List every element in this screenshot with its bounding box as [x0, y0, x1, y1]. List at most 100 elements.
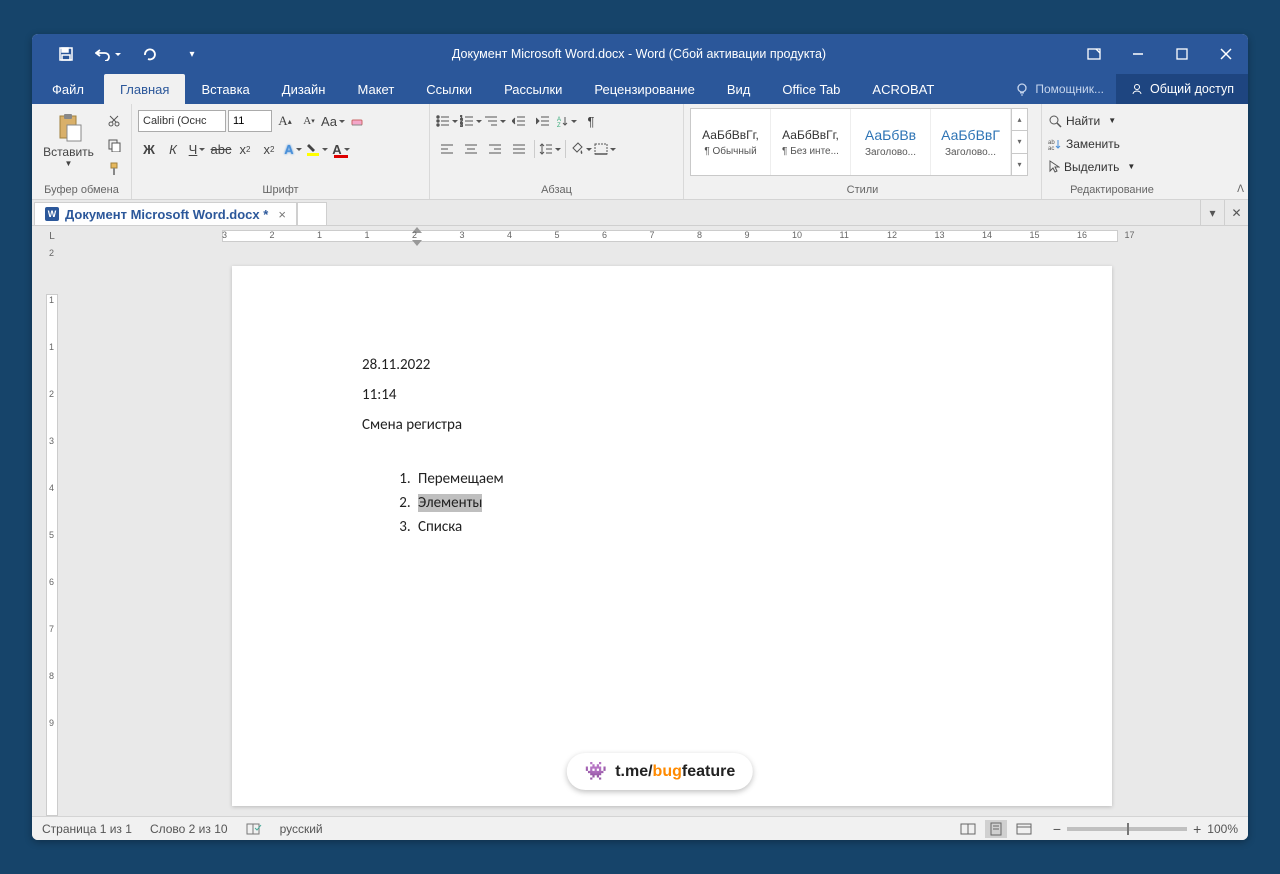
style-normal[interactable]: АаБбВвГг,¶ Обычный: [691, 109, 771, 175]
app-window: ▾ Документ Microsoft Word.docx - Word (С…: [32, 34, 1248, 840]
zoom-slider[interactable]: [1067, 827, 1187, 831]
bullets-button[interactable]: [436, 110, 458, 132]
text-effects-button[interactable]: A: [282, 138, 304, 160]
lightbulb-icon: [1015, 82, 1029, 96]
copy-button[interactable]: [103, 134, 125, 156]
highlight-icon: [306, 142, 320, 156]
borders-button[interactable]: [594, 138, 616, 160]
horizontal-ruler[interactable]: 3211234567891011121314151617: [72, 226, 1248, 246]
doc-tab-close-all[interactable]: ✕: [1224, 200, 1248, 225]
select-button[interactable]: Выделить▼: [1048, 156, 1135, 177]
document-tab-close[interactable]: ×: [278, 207, 286, 222]
zoom-in-button[interactable]: +: [1193, 821, 1201, 837]
group-editing-label: Редактирование: [1048, 182, 1176, 199]
cut-button[interactable]: [103, 110, 125, 132]
document-tab[interactable]: W Документ Microsoft Word.docx * ×: [34, 202, 297, 225]
justify-icon: [512, 143, 526, 155]
list-item: Перемещаем: [414, 470, 982, 488]
sort-button[interactable]: AZ: [556, 110, 578, 132]
maximize-button[interactable]: [1160, 34, 1204, 74]
view-web-layout[interactable]: [1013, 820, 1035, 838]
status-words[interactable]: Слово 2 из 10: [150, 822, 228, 836]
indent-icon: [536, 115, 550, 127]
styles-gallery[interactable]: АаБбВвГг,¶ Обычный АаБбВвГг,¶ Без инте..…: [690, 108, 1028, 176]
shading-button[interactable]: [570, 138, 592, 160]
zoom-out-button[interactable]: −: [1053, 821, 1061, 837]
view-read-mode[interactable]: [957, 820, 979, 838]
eraser-icon: [350, 114, 364, 128]
numbering-button[interactable]: 123: [460, 110, 482, 132]
status-proofing-icon[interactable]: [246, 822, 262, 836]
tab-mailings[interactable]: Рассылки: [488, 74, 578, 104]
tab-acrobat[interactable]: ACROBAT: [856, 74, 950, 104]
highlight-button[interactable]: [306, 138, 328, 160]
style-heading2[interactable]: АаБбВвГЗаголово...: [931, 109, 1011, 175]
font-size-select[interactable]: [228, 110, 272, 132]
italic-button[interactable]: К: [162, 138, 184, 160]
tab-references[interactable]: Ссылки: [410, 74, 488, 104]
page-viewport[interactable]: 28.11.2022 11:14 Смена регистра Перемеща…: [72, 246, 1248, 816]
change-case-button[interactable]: Aa: [322, 110, 344, 132]
paste-button[interactable]: Вставить ▼: [38, 106, 99, 174]
group-clipboard-label: Буфер обмена: [38, 182, 125, 199]
tab-design[interactable]: Дизайн: [266, 74, 342, 104]
decrease-indent-button[interactable]: [508, 110, 530, 132]
clear-formatting-button[interactable]: [346, 110, 368, 132]
share-button[interactable]: Общий доступ: [1116, 74, 1248, 104]
view-print-layout[interactable]: [985, 820, 1007, 838]
tab-view[interactable]: Вид: [711, 74, 767, 104]
doc-list: Перемещаем Элементы Списка: [414, 470, 982, 536]
bold-button[interactable]: Ж: [138, 138, 160, 160]
close-button[interactable]: [1204, 34, 1248, 74]
doc-tab-dropdown[interactable]: ▾: [1200, 200, 1224, 225]
underline-button[interactable]: Ч: [186, 138, 208, 160]
multilevel-list-button[interactable]: [484, 110, 506, 132]
status-language[interactable]: русский: [280, 822, 323, 836]
increase-indent-button[interactable]: [532, 110, 554, 132]
format-painter-button[interactable]: [103, 158, 125, 180]
vertical-ruler[interactable]: 21123456789: [32, 246, 72, 816]
doc-line3: Смена регистра: [362, 416, 982, 434]
style-no-spacing[interactable]: АаБбВвГг,¶ Без инте...: [771, 109, 851, 175]
show-marks-button[interactable]: ¶: [580, 110, 602, 132]
tab-review[interactable]: Рецензирование: [578, 74, 710, 104]
minimize-button[interactable]: [1116, 34, 1160, 74]
font-color-button[interactable]: A: [330, 138, 352, 160]
align-right-button[interactable]: [484, 138, 506, 160]
replace-button[interactable]: abac Заменить: [1048, 133, 1120, 154]
superscript-button[interactable]: x2: [258, 138, 280, 160]
tab-selector[interactable]: L: [32, 226, 72, 246]
line-spacing-button[interactable]: [539, 138, 561, 160]
font-name-select[interactable]: [138, 110, 226, 132]
svg-text:ac: ac: [1048, 146, 1054, 150]
status-page[interactable]: Страница 1 из 1: [42, 822, 132, 836]
tell-me-input[interactable]: Помощник...: [1003, 82, 1116, 96]
doc-date: 28.11.2022: [362, 356, 982, 374]
find-button[interactable]: Найти▼: [1048, 110, 1116, 131]
edit-area: 21123456789 28.11.2022 11:14 Смена регис…: [32, 246, 1248, 816]
tab-office-tab[interactable]: Office Tab: [766, 74, 856, 104]
subscript-button[interactable]: x2: [234, 138, 256, 160]
save-button[interactable]: [52, 40, 80, 68]
tab-home[interactable]: Главная: [104, 74, 185, 104]
styles-gallery-scroll[interactable]: ▴▾▾: [1011, 109, 1027, 175]
increase-font-button[interactable]: A▴: [274, 110, 296, 132]
collapse-ribbon-button[interactable]: ᐱ: [1237, 184, 1244, 195]
style-heading1[interactable]: АаБбВвЗаголово...: [851, 109, 931, 175]
align-center-button[interactable]: [460, 138, 482, 160]
qat-customize-button[interactable]: ▾: [178, 40, 206, 68]
ribbon-display-options-button[interactable]: [1072, 34, 1116, 74]
document-page[interactable]: 28.11.2022 11:14 Смена регистра Перемеща…: [232, 266, 1112, 806]
justify-button[interactable]: [508, 138, 530, 160]
tab-layout[interactable]: Макет: [341, 74, 410, 104]
decrease-font-button[interactable]: A▾: [298, 110, 320, 132]
redo-button[interactable]: [136, 40, 164, 68]
undo-button[interactable]: [94, 40, 122, 68]
new-tab-stub[interactable]: [297, 202, 327, 225]
strikethrough-button[interactable]: abc: [210, 138, 232, 160]
tab-insert[interactable]: Вставка: [185, 74, 265, 104]
list-item: Элементы: [414, 494, 982, 512]
align-left-button[interactable]: [436, 138, 458, 160]
file-tab[interactable]: Файл: [32, 74, 104, 104]
zoom-level[interactable]: 100%: [1207, 822, 1238, 836]
